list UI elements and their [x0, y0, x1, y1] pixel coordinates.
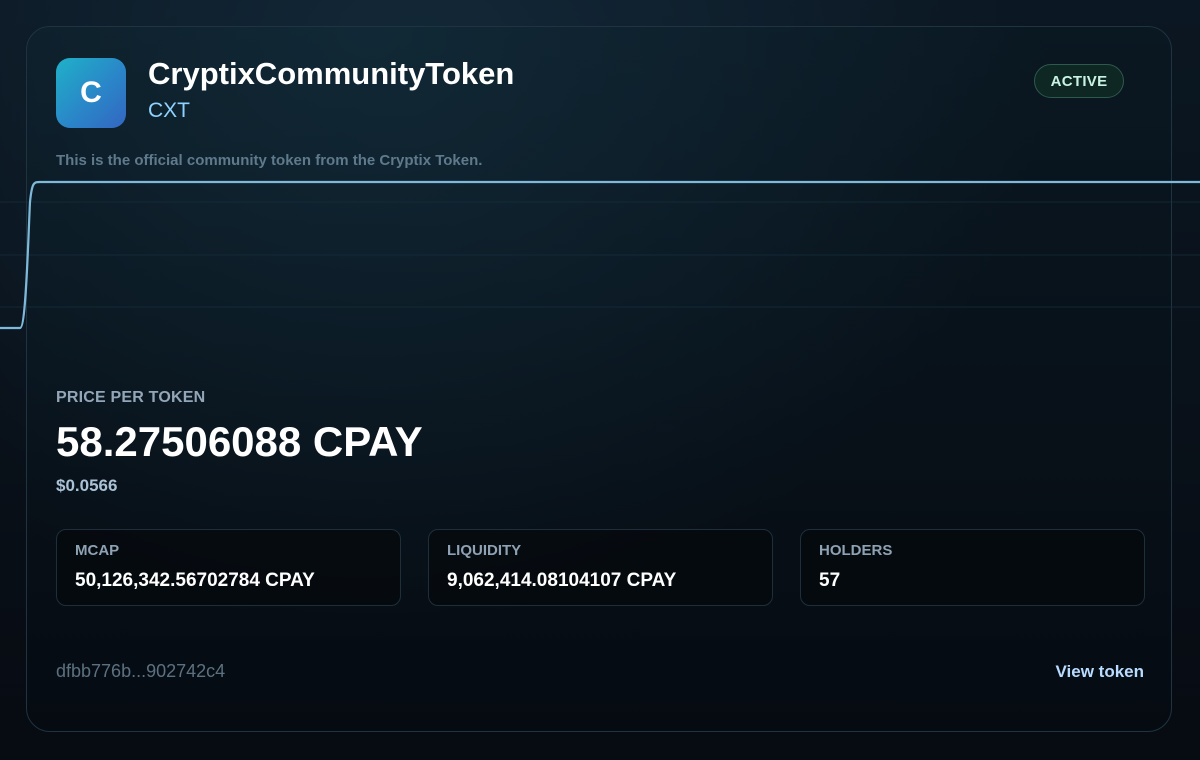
- token-card[interactable]: [26, 26, 1172, 732]
- price-label: PRICE PER TOKEN: [56, 389, 206, 406]
- page: C CryptixCommunityToken CXT ACTIVE This …: [0, 0, 1200, 760]
- stat-mcap: MCAP 50,126,342.56702784 CPAY: [56, 529, 401, 606]
- price-usd: $0.0566: [56, 476, 118, 495]
- stat-liquidity: LIQUIDITY 9,062,414.08104107 CPAY: [428, 529, 773, 606]
- token-logo: C: [56, 58, 126, 128]
- stat-label: MCAP: [75, 542, 120, 559]
- stat-value: 50,126,342.56702784 CPAY: [75, 570, 315, 591]
- stat-value: 9,062,414.08104107 CPAY: [447, 570, 677, 591]
- stat-holders: HOLDERS 57: [800, 529, 1145, 606]
- token-logo-letter: C: [80, 76, 102, 109]
- stat-label: LIQUIDITY: [447, 542, 522, 559]
- status-badge: ACTIVE: [1034, 64, 1124, 98]
- stat-value: 57: [819, 570, 841, 591]
- token-description: This is the official community token fro…: [56, 152, 483, 169]
- stat-label: HOLDERS: [819, 542, 893, 559]
- price-value: 58.27506088 CPAY: [56, 418, 423, 465]
- token-address: dfbb776b...902742c4: [56, 661, 226, 681]
- token-name: CryptixCommunityToken: [148, 56, 515, 91]
- token-symbol: CXT: [148, 99, 190, 122]
- view-token-link[interactable]: View token: [1056, 662, 1145, 682]
